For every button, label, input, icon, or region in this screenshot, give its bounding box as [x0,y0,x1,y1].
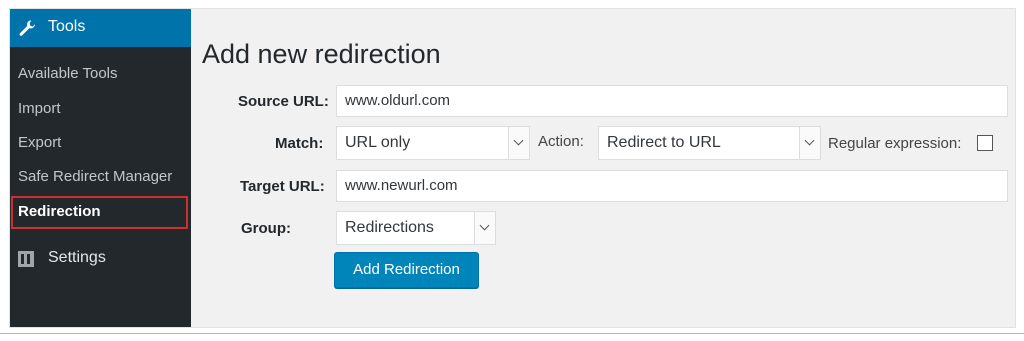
action-label: Action: [538,133,584,150]
sidebar-item-safe-redirect-manager[interactable]: Safe Redirect Manager [18,168,172,185]
group-select-value: Redirections [345,219,434,236]
divider [0,333,1024,334]
regex-checkbox[interactable] [977,135,993,151]
add-redirection-button[interactable]: Add Redirection [334,252,479,288]
sidebar-item-export[interactable]: Export [18,134,61,151]
admin-sidebar: Tools Available Tools Import Export Safe… [10,9,191,327]
settings-icon [18,251,34,267]
group-label: Group: [241,220,291,237]
target-url-label: Target URL: [240,178,325,195]
chevron-down-icon [799,127,820,159]
regex-label: Regular expression: [828,135,962,152]
sidebar-menu-tools[interactable]: Tools [10,9,191,47]
chevron-down-icon [474,212,495,244]
match-select-value: URL only [345,134,411,151]
app-window: Tools Available Tools Import Export Safe… [9,8,1016,328]
sidebar-item-available-tools[interactable]: Available Tools [18,65,118,82]
source-url-label: Source URL: [238,93,329,110]
page-title: Add new redirection [202,39,441,69]
action-select-value: Redirect to URL [607,134,721,151]
match-label: Match: [275,135,324,152]
wrench-icon [19,20,36,36]
source-url-input[interactable]: www.oldurl.com [336,85,1008,117]
sidebar-item-import[interactable]: Import [18,100,61,117]
action-select[interactable]: Redirect to URL [598,126,821,160]
group-select[interactable]: Redirections [336,211,496,245]
sidebar-section-title: Tools [48,18,86,35]
chevron-down-icon [508,127,529,159]
target-url-input[interactable]: www.newurl.com [336,170,1008,202]
match-select[interactable]: URL only [336,126,530,160]
active-item-highlight [11,196,188,229]
settings-label: Settings [48,249,106,266]
